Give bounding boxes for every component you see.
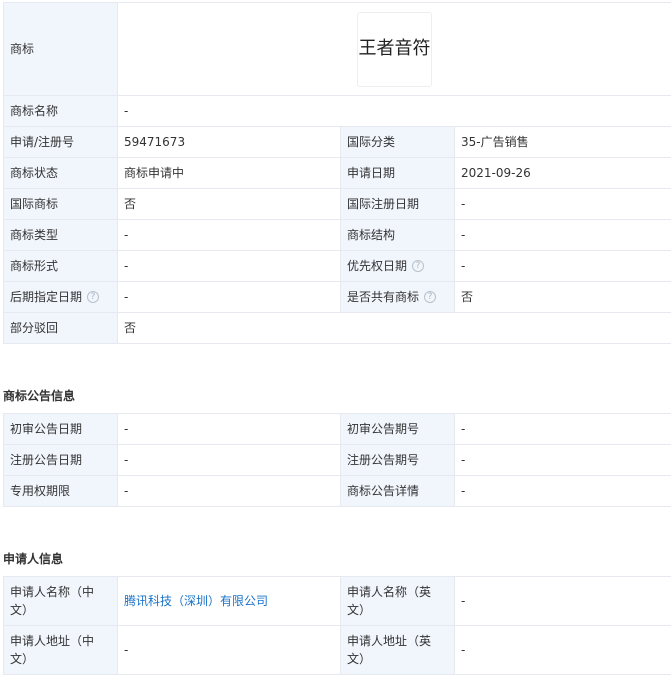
- field-value: -: [117, 250, 341, 282]
- field-label: 是否共有商标: [347, 290, 420, 304]
- field-value: -: [454, 444, 671, 476]
- field-label: 国际分类: [340, 126, 455, 158]
- field-value: -: [117, 444, 341, 476]
- trademark-detail-page: 商标 王者音符 商标名称 - 申请/注册号 59471673 国际分类 35-广…: [0, 0, 671, 681]
- field-value: -: [117, 413, 341, 445]
- table-row: 商标状态 商标申请中 申请日期 2021-09-26: [3, 157, 671, 189]
- priority-date-label-cell: 优先权日期?: [340, 250, 455, 282]
- field-value: -: [453, 188, 671, 220]
- field-value: 否: [116, 312, 671, 344]
- field-label: 商标名称: [3, 95, 118, 127]
- field-label: 注册公告日期: [3, 444, 118, 476]
- field-label: 优先权日期: [347, 259, 408, 273]
- help-icon[interactable]: ?: [412, 259, 425, 272]
- table-row: 商标形式 - 优先权日期? -: [3, 250, 671, 282]
- table-row: 申请人名称（中文） 腾讯科技（深圳）有限公司 申请人名称（英文） -: [3, 576, 671, 626]
- field-label: 商标类型: [3, 219, 118, 251]
- table-row: 注册公告日期 - 注册公告期号 -: [3, 444, 671, 476]
- field-value: -: [454, 413, 671, 445]
- field-value: -: [453, 219, 671, 251]
- field-value: 2021-09-26: [453, 157, 671, 189]
- table-row: 后期指定日期? - 是否共有商标? 否: [3, 281, 671, 313]
- basic-info-table: 商标 王者音符 商标名称 - 申请/注册号 59471673 国际分类 35-广…: [3, 2, 671, 344]
- field-value: -: [117, 475, 341, 507]
- field-label: 商标形式: [3, 250, 118, 282]
- field-label: 商标状态: [3, 157, 118, 189]
- applicant-section-title: 申请人信息: [3, 552, 64, 566]
- field-label: 国际商标: [3, 188, 118, 220]
- announcement-table: 初审公告日期 - 初审公告期号 - 注册公告日期 - 注册公告期号 - 专用权期…: [3, 413, 671, 507]
- field-value: 商标申请中: [117, 157, 341, 189]
- trademark-image-row: 商标 王者音符: [3, 2, 671, 96]
- later-designation-label-cell: 后期指定日期?: [3, 281, 118, 313]
- field-value: -: [117, 625, 341, 675]
- table-row: 初审公告日期 - 初审公告期号 -: [3, 413, 671, 445]
- field-label: 申请人名称（英文）: [340, 576, 455, 626]
- field-value: 否: [117, 188, 341, 220]
- trademark-image-cell: 王者音符: [116, 2, 671, 96]
- field-label: 部分驳回: [3, 312, 118, 344]
- field-label: 专用权期限: [3, 475, 118, 507]
- field-value: -: [454, 625, 671, 675]
- field-value: -: [117, 281, 341, 313]
- table-row: 申请/注册号 59471673 国际分类 35-广告销售: [3, 126, 671, 158]
- table-row: 申请人地址（中文） - 申请人地址（英文） -: [3, 625, 671, 675]
- field-label: 后期指定日期: [10, 290, 83, 304]
- field-value: -: [117, 219, 341, 251]
- table-row: 专用权期限 - 商标公告详情 -: [3, 475, 671, 507]
- field-label: 商标结构: [340, 219, 455, 251]
- field-label: 申请日期: [340, 157, 455, 189]
- field-label: 申请人地址（中文）: [3, 625, 118, 675]
- table-row: 国际商标 否 国际注册日期 -: [3, 188, 671, 220]
- field-value: -: [453, 250, 671, 282]
- applicant-name-link[interactable]: 腾讯科技（深圳）有限公司: [124, 594, 268, 608]
- field-label: 申请/注册号: [3, 126, 118, 158]
- field-label: 初审公告期号: [340, 413, 455, 445]
- trademark-label: 商标: [3, 2, 118, 96]
- applicant-name-cell: 腾讯科技（深圳）有限公司: [117, 576, 341, 626]
- announcement-section-title: 商标公告信息: [3, 389, 76, 403]
- help-icon[interactable]: ?: [424, 290, 437, 303]
- field-label: 注册公告期号: [340, 444, 455, 476]
- field-value: -: [454, 475, 671, 507]
- applicant-table: 申请人名称（中文） 腾讯科技（深圳）有限公司 申请人名称（英文） - 申请人地址…: [3, 576, 671, 675]
- table-row: 商标名称 -: [3, 95, 671, 127]
- field-value: -: [454, 576, 671, 626]
- field-value: 59471673: [117, 126, 341, 158]
- field-value: 35-广告销售: [453, 126, 671, 158]
- help-icon[interactable]: ?: [87, 290, 100, 303]
- field-label: 商标公告详情: [340, 475, 455, 507]
- shared-trademark-label-cell: 是否共有商标?: [340, 281, 455, 313]
- field-label: 国际注册日期: [340, 188, 455, 220]
- field-label: 申请人名称（中文）: [3, 576, 118, 626]
- trademark-logo-image[interactable]: 王者音符: [357, 11, 432, 87]
- table-row: 部分驳回 否: [3, 312, 671, 344]
- field-label: 初审公告日期: [3, 413, 118, 445]
- table-row: 商标类型 - 商标结构 -: [3, 219, 671, 251]
- trademark-logo-text: 王者音符: [358, 38, 431, 59]
- field-value: 否: [453, 281, 671, 313]
- field-label: 申请人地址（英文）: [340, 625, 455, 675]
- field-value: -: [116, 95, 671, 127]
